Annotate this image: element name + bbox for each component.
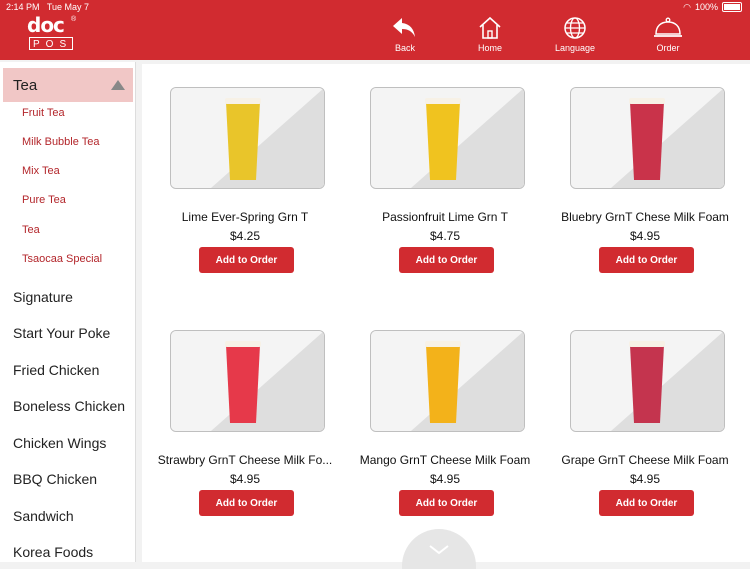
product-image[interactable] [170, 87, 325, 189]
status-right: ◠ 100% [683, 0, 742, 14]
cup-lid [629, 98, 665, 104]
logo-mark: doc [27, 13, 65, 37]
status-time-date: 2:14 PM Tue May 7 [6, 0, 89, 14]
app-logo: doc ® POS [27, 13, 77, 53]
subcategory-item[interactable]: Mix Tea [22, 165, 60, 177]
subcategory-item[interactable]: Pure Tea [22, 194, 66, 206]
product-image[interactable] [370, 87, 525, 189]
category-item[interactable]: Fried Chicken [13, 362, 99, 378]
drink-cup [426, 345, 460, 423]
drink-cup [426, 102, 460, 180]
status-date: Tue May 7 [46, 2, 90, 12]
app-header: 2:14 PM Tue May 7 ◠ 100% doc ® POS Back … [0, 0, 750, 60]
product-price: $4.75 [429, 229, 461, 243]
product-image[interactable] [370, 330, 525, 432]
subcategory-item[interactable]: Milk Bubble Tea [22, 136, 99, 148]
logo-sub: POS [29, 37, 73, 50]
drink-photo [371, 88, 524, 188]
serving-cloche-icon [654, 17, 682, 37]
subcategory-item[interactable]: Tsaocaa Special [22, 253, 102, 265]
back-arrow-icon [393, 18, 415, 37]
category-item[interactable]: Chicken Wings [13, 435, 106, 451]
category-item[interactable]: Boneless Chicken [13, 398, 125, 414]
product-name: Strawbry GrnT Cheese Milk Fo... [157, 453, 333, 467]
cup-lid [225, 98, 261, 104]
product-price: $4.95 [229, 472, 261, 486]
add-to-order-button[interactable]: Add to Order [199, 247, 294, 273]
category-item[interactable]: Sandwich [13, 508, 74, 524]
cup-lid [425, 98, 461, 104]
product-image[interactable] [570, 330, 725, 432]
cup-lid [225, 341, 261, 347]
product-grid: Lime Ever-Spring Grn T $4.25 Add to Orde… [142, 64, 750, 562]
drink-cup [226, 102, 260, 180]
registered-icon: ® [71, 16, 77, 23]
subcategory-item[interactable]: Tea [22, 224, 40, 236]
order-button[interactable]: Order [638, 16, 698, 58]
category-tea-expanded[interactable]: Tea [3, 68, 133, 102]
status-time: 2:14 PM [6, 2, 40, 12]
category-sidebar: Tea Fruit Tea Milk Bubble Tea Mix Tea Pu… [0, 62, 136, 562]
back-label: Back [394, 43, 415, 53]
category-label: Tea [13, 77, 38, 94]
subcategory-item[interactable]: Fruit Tea [22, 107, 65, 119]
drink-photo [571, 88, 724, 188]
drink-cup [630, 345, 664, 423]
cup-lid [425, 341, 461, 347]
category-item[interactable]: Start Your Poke [13, 325, 110, 341]
battery-icon [722, 2, 742, 12]
drink-cup [630, 102, 664, 180]
language-label: Language [554, 43, 596, 53]
product-price: $4.95 [429, 472, 461, 486]
product-name: Lime Ever-Spring Grn T [181, 210, 309, 224]
product-name: Bluebry GrnT Chese Milk Foam [561, 210, 729, 224]
chevron-down-icon [429, 545, 449, 555]
wifi-icon: ◠ [683, 2, 691, 12]
category-item[interactable]: Korea Foods [13, 544, 93, 560]
add-to-order-button[interactable]: Add to Order [599, 247, 694, 273]
product-price: $4.25 [229, 229, 261, 243]
product-image[interactable] [170, 330, 325, 432]
product-name: Grape GrnT Cheese Milk Foam [561, 453, 729, 467]
add-to-order-button[interactable]: Add to Order [599, 490, 694, 516]
add-to-order-button[interactable]: Add to Order [399, 247, 494, 273]
product-price: $4.95 [629, 472, 661, 486]
battery-percent: 100% [694, 2, 718, 12]
home-icon [479, 16, 501, 39]
status-bar: 2:14 PM Tue May 7 ◠ 100% [0, 0, 750, 14]
order-label: Order [656, 43, 680, 53]
add-to-order-button[interactable]: Add to Order [199, 490, 294, 516]
home-button[interactable]: Home [460, 16, 520, 58]
back-button[interactable]: Back [375, 16, 435, 58]
product-name: Passionfruit Lime Grn T [382, 210, 508, 224]
drink-photo [171, 331, 324, 431]
drink-photo [171, 88, 324, 188]
drink-photo [371, 331, 524, 431]
category-item[interactable]: BBQ Chicken [13, 471, 97, 487]
product-image[interactable] [570, 87, 725, 189]
product-price: $4.95 [629, 229, 661, 243]
drink-photo [571, 331, 724, 431]
collapse-triangle-icon [111, 80, 125, 90]
category-item[interactable]: Signature [13, 289, 73, 305]
globe-icon [564, 17, 586, 39]
language-button[interactable]: Language [545, 16, 605, 58]
home-label: Home [477, 43, 502, 53]
add-to-order-button[interactable]: Add to Order [399, 490, 494, 516]
cup-lid [629, 341, 665, 347]
product-name: Mango GrnT Cheese Milk Foam [359, 453, 531, 467]
drink-cup [226, 345, 260, 423]
